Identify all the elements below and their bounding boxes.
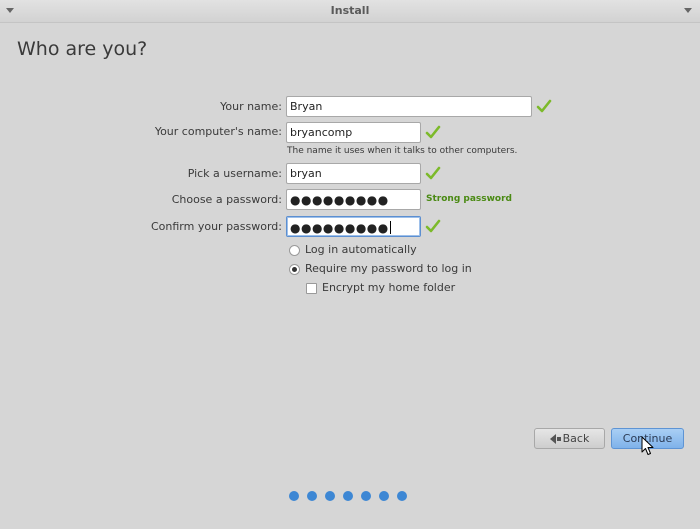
page-title: Who are you? <box>17 38 148 60</box>
password-field[interactable]: ●●●●●●●●● <box>286 189 421 210</box>
step-dot <box>343 491 353 501</box>
username-field[interactable]: bryan <box>286 163 421 184</box>
username-label: Pick a username: <box>187 167 282 180</box>
window-title: Install <box>330 4 370 17</box>
require-password-radio[interactable] <box>289 264 300 275</box>
username-valid-check-icon <box>425 166 441 180</box>
name-valid-check-icon <box>536 99 552 113</box>
name-label: Your name: <box>220 100 282 113</box>
encrypt-home-label[interactable]: Encrypt my home folder <box>322 281 455 294</box>
computer-name-label: Your computer's name: <box>154 125 282 138</box>
step-dot <box>361 491 371 501</box>
back-button-label: Back <box>562 432 590 445</box>
title-bar: Install <box>0 0 700 23</box>
text-caret <box>389 221 391 234</box>
back-arrow-icon <box>549 433 556 444</box>
computer-name-valid-check-icon <box>425 125 441 139</box>
window-options-icon[interactable] <box>684 8 692 13</box>
step-dot <box>379 491 389 501</box>
confirm-password-field[interactable]: ●●●●●●●●● <box>286 216 421 237</box>
name-field[interactable]: Bryan <box>286 96 532 117</box>
confirm-password-valid-check-icon <box>425 219 441 233</box>
auto-login-radio[interactable] <box>289 245 300 256</box>
step-dot <box>307 491 317 501</box>
step-progress <box>289 491 407 501</box>
require-password-label[interactable]: Require my password to log in <box>305 262 472 275</box>
password-strength-label: Strong password <box>426 194 512 204</box>
back-button[interactable]: Back <box>534 428 605 449</box>
computer-name-hint: The name it uses when it talks to other … <box>287 146 518 156</box>
installer-window: Install Who are you? Your name: Bryan Yo… <box>0 0 700 529</box>
password-label: Choose a password: <box>171 193 282 206</box>
computer-name-field[interactable]: bryancomp <box>286 122 421 143</box>
mouse-pointer-icon <box>641 436 654 455</box>
auto-login-label[interactable]: Log in automatically <box>305 243 417 256</box>
step-dot <box>325 491 335 501</box>
step-dot <box>289 491 299 501</box>
step-dot <box>397 491 407 501</box>
confirm-password-masked-text: ●●●●●●●●● <box>290 221 389 235</box>
encrypt-home-checkbox[interactable] <box>306 283 317 294</box>
confirm-password-label: Confirm your password: <box>150 220 282 233</box>
password-masked-text: ●●●●●●●●● <box>290 193 389 207</box>
